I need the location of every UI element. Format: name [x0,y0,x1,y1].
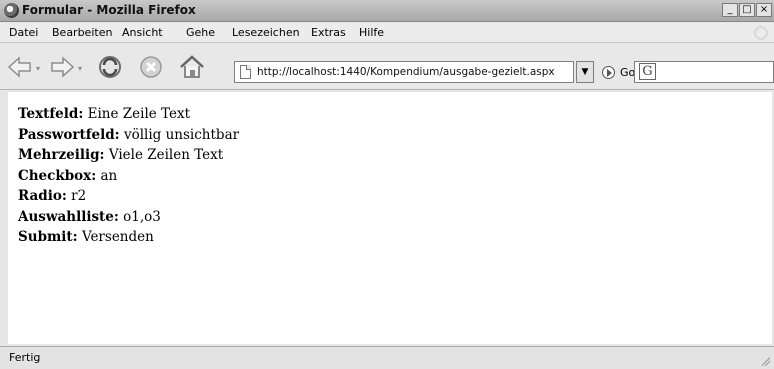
status-text: Fertig [9,351,41,364]
navigation-toolbar: ▾ ▾ http://localhost:1440/Kompendium/aus… [0,44,774,90]
menu-gehe[interactable]: Gehe [186,26,215,39]
browser-window: Formular - Mozilla Firefox _ □ × Datei B… [0,0,774,369]
result-line-submit: Submit: Versenden [18,227,239,248]
menu-ansicht[interactable]: Ansicht [122,26,163,39]
address-bar[interactable]: http://localhost:1440/Kompendium/ausgabe… [234,61,574,83]
menu-lesezeichen[interactable]: Lesezeichen [232,26,300,39]
address-dropdown-button[interactable]: ▼ [576,61,594,83]
menu-hilfe[interactable]: Hilfe [359,26,384,39]
result-value: völlig unsichtbar [123,126,240,143]
reload-icon[interactable] [96,53,124,81]
menu-bearbeiten[interactable]: Bearbeiten [52,26,112,39]
result-line-auswahlliste: Auswahlliste: o1,o3 [18,207,239,228]
go-button-label[interactable]: Go [620,66,635,79]
go-icon[interactable] [602,66,615,79]
result-label: Radio: [18,188,67,204]
result-list: Textfeld: Eine Zeile Text Passwortfeld: … [18,104,239,248]
result-value: r2 [71,188,87,204]
stop-icon[interactable] [137,53,165,81]
result-label: Checkbox: [18,167,97,184]
result-label: Textfeld: [18,106,84,122]
result-value: o1,o3 [123,208,161,225]
result-line-textfeld: Textfeld: Eine Zeile Text [18,104,239,125]
firefox-icon [4,3,19,18]
result-value: Eine Zeile Text [87,106,191,122]
page-content: Textfeld: Eine Zeile Text Passwortfeld: … [8,92,772,344]
close-button[interactable]: × [756,3,772,17]
page-icon [240,65,251,79]
window-title: Formular - Mozilla Firefox [22,3,196,17]
back-dropdown-icon[interactable]: ▾ [36,64,40,73]
result-label: Auswahlliste: [18,208,119,225]
result-value: Versenden [81,229,154,245]
maximize-button[interactable]: □ [739,3,755,17]
title-bar: Formular - Mozilla Firefox _ □ × [0,0,774,22]
menu-bar: Datei Bearbeiten Ansicht Gehe Lesezeiche… [0,23,774,43]
result-line-radio: Radio: r2 [18,186,239,207]
result-value: Viele Zeilen Text [108,147,224,163]
minimize-button[interactable]: _ [722,3,738,17]
forward-dropdown-icon[interactable]: ▾ [78,64,82,73]
result-line-mehrzeilig: Mehrzeilig: Viele Zeilen Text [18,145,239,166]
menu-datei[interactable]: Datei [9,26,38,39]
back-icon[interactable] [6,53,34,81]
status-bar: Fertig [0,346,774,369]
search-engine-icon[interactable]: G [639,63,656,80]
result-value: an [100,167,118,184]
throbber-icon [754,26,768,40]
resize-grip-icon[interactable] [760,356,770,366]
menu-extras[interactable]: Extras [311,26,346,39]
address-text[interactable]: http://localhost:1440/Kompendium/ausgabe… [257,66,555,78]
home-icon[interactable] [178,53,206,81]
search-field[interactable]: G [634,61,774,83]
result-label: Passwortfeld: [18,126,120,143]
forward-icon[interactable] [48,53,76,81]
result-line-passwortfeld: Passwortfeld: völlig unsichtbar [18,125,239,146]
result-label: Submit: [18,229,78,245]
result-label: Mehrzeilig: [18,147,105,163]
result-line-checkbox: Checkbox: an [18,166,239,187]
